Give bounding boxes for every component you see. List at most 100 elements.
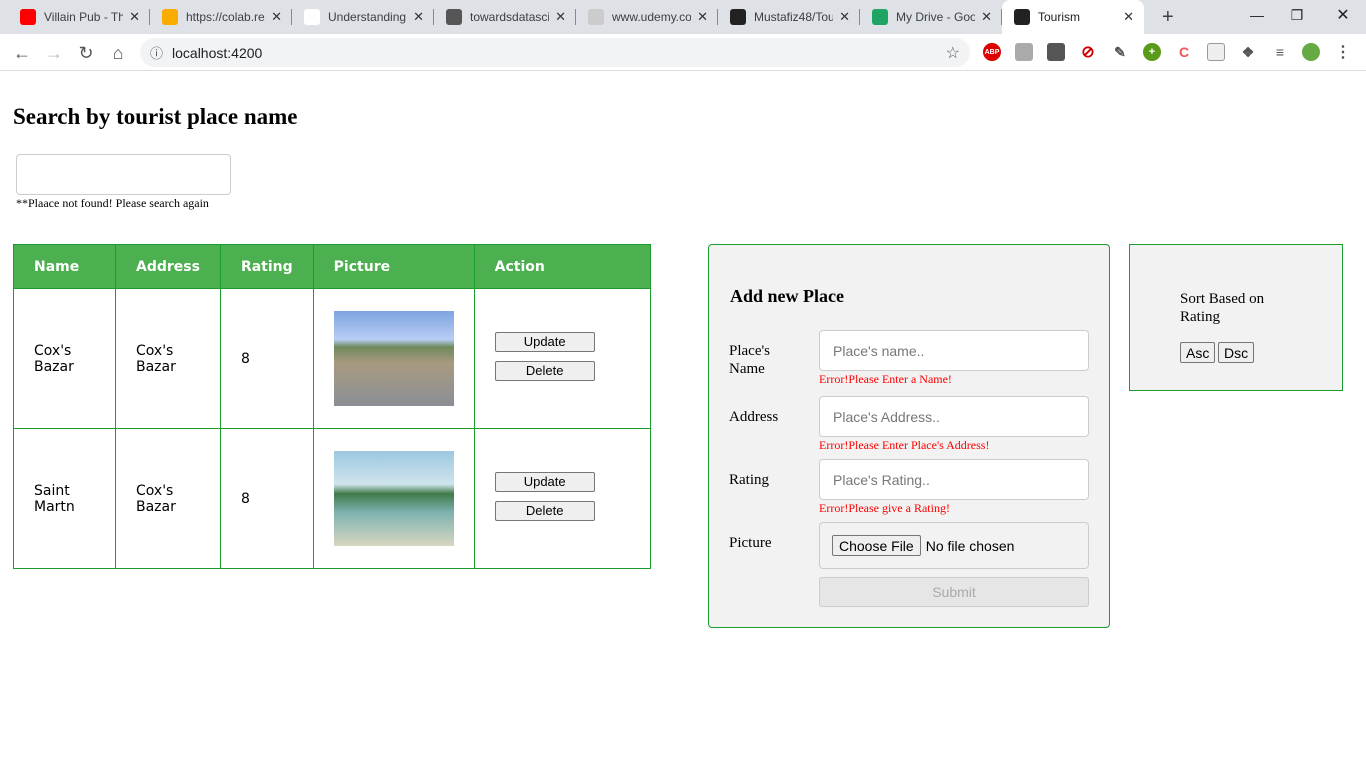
media-icon[interactable]: ≡: [1271, 43, 1289, 61]
delete-button[interactable]: Delete: [494, 500, 595, 521]
tab[interactable]: Mustafiz48/Tou ✕: [718, 0, 860, 34]
tab-title: Villain Pub - Th: [44, 10, 124, 24]
tds-icon: [446, 9, 462, 25]
place-rating: 8: [219, 288, 314, 429]
rating-label: Rating: [729, 472, 769, 488]
drive-icon: [872, 9, 888, 25]
tab[interactable]: My Drive - Goo ✕: [860, 0, 1002, 34]
close-tab-icon[interactable]: ✕: [413, 9, 424, 25]
extension-icon[interactable]: [1047, 43, 1065, 61]
close-tab-icon[interactable]: ✕: [271, 9, 282, 25]
table-header: Name Address Rating Picture Action: [13, 244, 651, 289]
place-rating: 8: [219, 428, 314, 569]
picture-label: Picture: [729, 535, 772, 551]
chart-icon: [304, 9, 320, 25]
extension-icon[interactable]: C: [1175, 43, 1193, 61]
add-icon[interactable]: +: [1143, 43, 1161, 61]
close-tab-icon[interactable]: ✕: [129, 9, 140, 25]
tab[interactable]: https://colab.re ✕: [150, 0, 292, 34]
tab-title: https://colab.re: [186, 10, 265, 24]
tab[interactable]: Villain Pub - Th ✕: [8, 0, 150, 34]
tab-title: Tourism: [1038, 10, 1081, 24]
restore-button[interactable]: ❐: [1274, 0, 1320, 30]
udemy-icon: [588, 9, 604, 25]
tab-title: Mustafiz48/Tou: [754, 10, 834, 24]
table-row: Saint Martn Cox's Bazar 8 Update Delete: [13, 428, 651, 569]
tab-title: Understanding: [328, 10, 407, 24]
tab[interactable]: Tourism ✕: [1002, 0, 1144, 34]
eyedropper-icon[interactable]: ✎: [1111, 43, 1129, 61]
close-tab-icon[interactable]: ✕: [555, 9, 566, 25]
not-found-message: **Plaace not found! Please search again: [16, 196, 209, 210]
search-input[interactable]: [16, 154, 231, 195]
form-title: Add new Place: [730, 286, 844, 306]
place-address: Cox's Bazar: [115, 288, 221, 429]
picture-file-input: Choose File No file chosen: [819, 522, 1089, 569]
browser-toolbar: ← → ↻ ⌂ ⓘ localhost:4200 ☆ ABP ⊘ ✎ + C ❖…: [0, 34, 1366, 71]
sort-asc-button[interactable]: Asc: [1180, 342, 1216, 363]
colab-icon: [162, 9, 178, 25]
address-input[interactable]: Place's Address..: [819, 396, 1089, 437]
github-icon: [730, 9, 746, 25]
puzzle-icon[interactable]: ❖: [1239, 43, 1257, 61]
update-button[interactable]: Update: [494, 471, 595, 492]
info-icon: ⓘ: [150, 46, 164, 61]
reload-icon[interactable]: ↻: [74, 41, 98, 65]
header-rating: Rating: [219, 244, 314, 289]
choose-file-button[interactable]: Choose File: [832, 535, 921, 556]
name-error: Error!Please Enter a Name!: [819, 372, 952, 386]
tab-title: towardsdatasci: [470, 10, 550, 24]
url-text: localhost:4200: [172, 44, 263, 61]
avatar[interactable]: [1302, 43, 1320, 61]
header-action: Action: [473, 244, 651, 289]
delete-button[interactable]: Delete: [494, 360, 595, 381]
back-icon[interactable]: ←: [10, 41, 34, 65]
submit-button[interactable]: Submit: [819, 577, 1089, 607]
close-window-button[interactable]: ✕: [1320, 0, 1366, 30]
close-tab-icon[interactable]: ✕: [697, 9, 708, 25]
sort-dsc-button[interactable]: Dsc: [1218, 342, 1255, 363]
adblock-icon[interactable]: ABP: [983, 43, 1001, 61]
home-icon[interactable]: ⌂: [106, 41, 130, 65]
name-input[interactable]: Place's name..: [819, 330, 1089, 371]
place-name: Saint Martn: [13, 428, 116, 569]
header-picture: Picture: [312, 244, 475, 289]
place-name: Cox's Bazar: [13, 288, 116, 429]
table-row: Cox's Bazar Cox's Bazar 8 Update Delete: [13, 288, 651, 429]
address-error: Error!Please Enter Place's Address!: [819, 438, 990, 452]
place-picture: [333, 311, 454, 406]
angular-icon: [1014, 9, 1030, 25]
name-label: Place's Name: [729, 343, 771, 377]
bookmark-star-icon[interactable]: ☆: [946, 43, 960, 63]
add-place-form: Add new Place Place's Name Place's name.…: [708, 244, 1110, 628]
close-tab-icon[interactable]: ✕: [1123, 9, 1134, 25]
tab-title: www.udemy.co: [612, 10, 692, 24]
close-tab-icon[interactable]: ✕: [981, 9, 992, 25]
page-title: Search by tourist place name: [13, 104, 298, 129]
document-icon[interactable]: [1207, 43, 1225, 61]
menu-icon[interactable]: ⋮: [1334, 43, 1352, 61]
no-file-text: No file chosen: [925, 537, 1015, 554]
youtube-icon: [20, 9, 36, 25]
rating-input[interactable]: Place's Rating..: [819, 459, 1089, 500]
close-tab-icon[interactable]: ✕: [839, 9, 850, 25]
sort-title: Sort Based on Rating: [1180, 291, 1265, 325]
tab[interactable]: www.udemy.co ✕: [576, 0, 718, 34]
place-picture: [333, 451, 454, 546]
sort-panel: Sort Based on Rating Asc Dsc: [1129, 244, 1343, 391]
tab-title: My Drive - Goo: [896, 10, 976, 24]
address-bar[interactable]: ⓘ localhost:4200 ☆: [140, 38, 970, 67]
place-address: Cox's Bazar: [115, 428, 221, 569]
forward-icon[interactable]: →: [42, 41, 66, 65]
block-icon[interactable]: ⊘: [1079, 43, 1097, 61]
header-address: Address: [115, 244, 221, 289]
tab-bar: Villain Pub - Th ✕ https://colab.re ✕ Unders…: [0, 0, 1366, 34]
places-table: Name Address Rating Picture Action Cox's…: [13, 244, 651, 569]
address-label: Address: [729, 409, 779, 425]
header-name: Name: [13, 244, 116, 289]
new-tab-button[interactable]: +: [1150, 0, 1180, 34]
tab[interactable]: towardsdatasci ✕: [434, 0, 576, 34]
extension-icon[interactable]: [1015, 43, 1033, 61]
update-button[interactable]: Update: [494, 331, 595, 352]
tab[interactable]: Understanding ✕: [292, 0, 434, 34]
